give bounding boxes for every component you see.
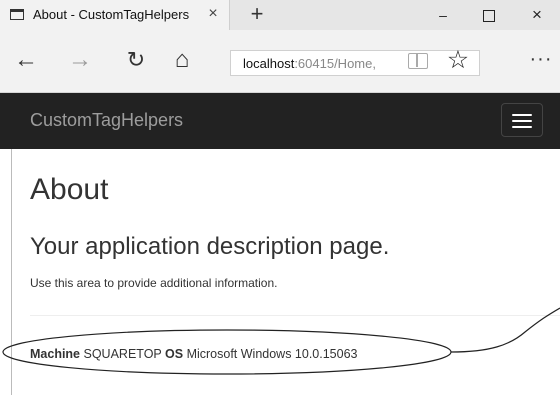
address-path: :60415/Home,: [294, 56, 376, 71]
brand-link[interactable]: CustomTagHelpers: [30, 110, 183, 131]
back-icon[interactable]: ←: [10, 44, 42, 76]
address-toolbar: ← → ↻ ⌂ localhost:60415/Home, ☆ ···: [0, 30, 560, 93]
home-icon[interactable]: ⌂: [166, 44, 198, 76]
page-icon: [10, 9, 24, 20]
forward-icon[interactable]: →: [64, 44, 96, 76]
address-host: localhost: [243, 56, 295, 71]
divider: [30, 315, 560, 316]
new-tab-icon[interactable]: +: [246, 3, 268, 25]
hamburger-bar: [512, 114, 532, 116]
page-subtitle: Your application description page.: [30, 233, 390, 260]
page-info-text: Use this area to provide additional info…: [30, 276, 278, 290]
more-icon[interactable]: ···: [522, 46, 560, 74]
site-navbar: CustomTagHelpers: [0, 93, 560, 149]
maximize-button[interactable]: [466, 0, 512, 30]
machine-info: Machine SQUARETOP OS Microsoft Windows 1…: [30, 347, 358, 361]
machine-label: Machine: [30, 347, 81, 361]
address-text: localhost:60415/Home,: [243, 56, 376, 71]
maximize-icon: [483, 10, 495, 23]
reading-view-icon[interactable]: [408, 53, 428, 69]
star-icon[interactable]: ☆: [444, 46, 472, 74]
browser-tab[interactable]: About - CustomTagHelpers ×: [0, 0, 230, 30]
hamburger-bar: [512, 120, 532, 122]
tab-title: About - CustomTagHelpers: [33, 7, 190, 22]
os-value: Microsoft Windows 10.0.15063: [186, 347, 358, 361]
hamburger-bar: [512, 126, 532, 128]
hamburger-icon[interactable]: [501, 103, 543, 137]
minimize-button[interactable]: –: [420, 0, 466, 30]
window-left-edge: [11, 149, 12, 395]
os-label: OS: [165, 347, 184, 361]
address-bar[interactable]: localhost:60415/Home,: [230, 50, 480, 76]
tab-close-icon[interactable]: ×: [204, 5, 222, 23]
close-window-button[interactable]: ×: [514, 0, 560, 30]
browser-window: About - CustomTagHelpers × + – × ← → ↻ ⌂…: [0, 0, 560, 395]
refresh-icon[interactable]: ↻: [120, 44, 152, 76]
page-title: About: [30, 173, 109, 206]
machine-value: SQUARETOP: [83, 347, 162, 361]
page-content: About Your application description page.…: [0, 149, 560, 395]
tab-bar: About - CustomTagHelpers × + – ×: [0, 0, 560, 30]
